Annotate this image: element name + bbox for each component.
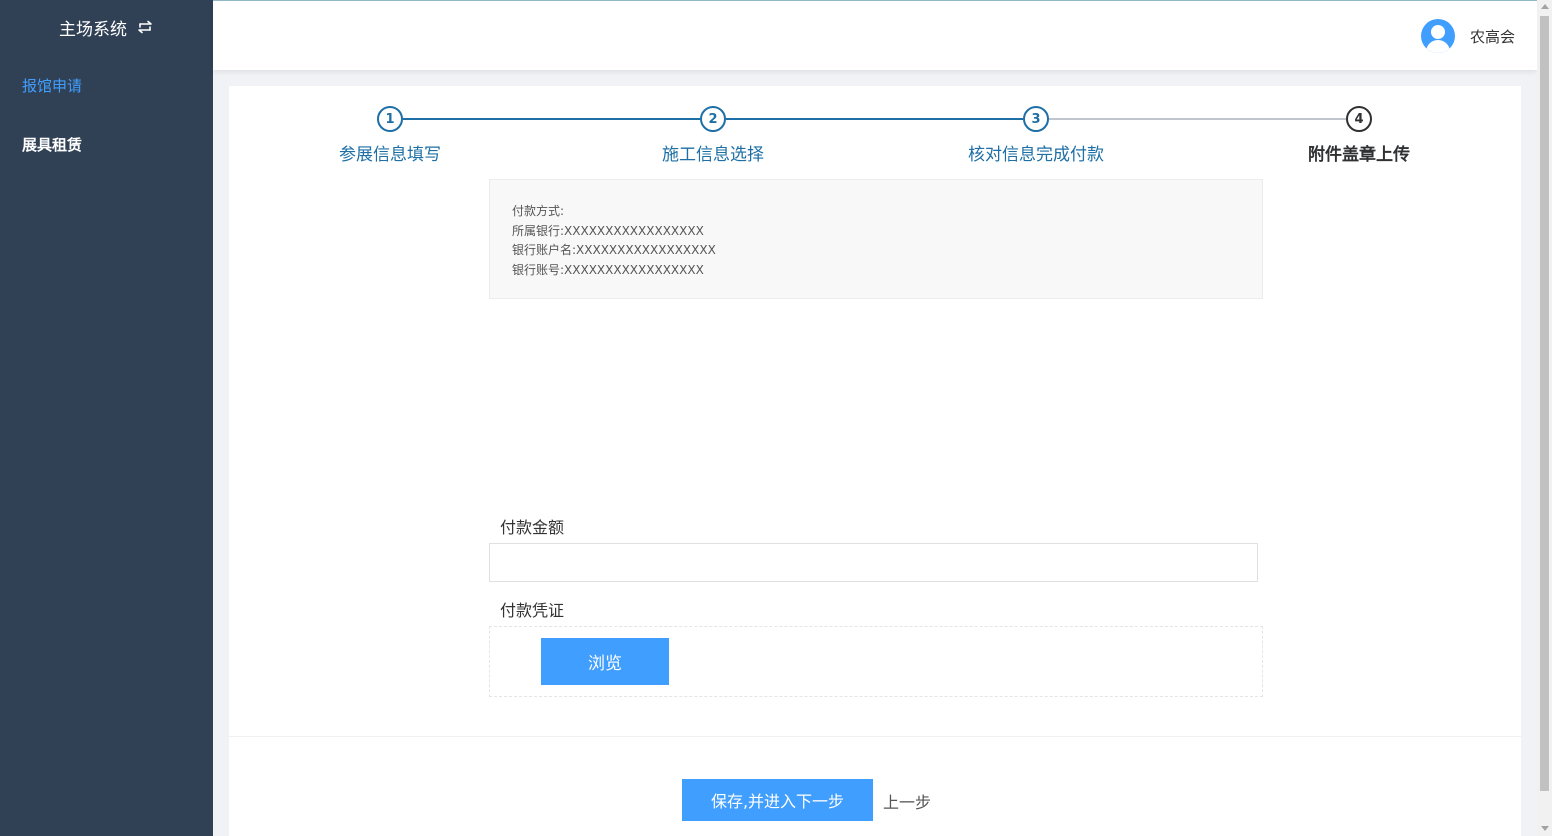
username[interactable]: 农高会	[1470, 26, 1515, 47]
save-next-button[interactable]: 保存,并进入下一步	[682, 779, 873, 821]
bank-account-number: 银行账号:XXXXXXXXXXXXXXXXX	[512, 262, 704, 277]
main-content-card: 1 2 3 4 参展信息填写 施工信息选择 核对信息完成付款 附件盖章上传 付款…	[229, 86, 1521, 836]
step-connector-3	[1049, 118, 1346, 120]
bank-account-name: 银行账户名:XXXXXXXXXXXXXXXXX	[512, 243, 716, 257]
sidebar: 主场系统 报馆申请 展具租赁	[0, 0, 213, 836]
step-4-number: 4	[1346, 106, 1372, 132]
user-avatar-icon[interactable]	[1421, 19, 1455, 53]
payment-method: 付款方式:	[512, 204, 565, 218]
step-2-number: 2	[700, 106, 726, 132]
step-1-number: 1	[377, 106, 403, 132]
browse-button[interactable]: 浏览	[541, 638, 669, 685]
system-title[interactable]: 主场系统	[0, 0, 213, 54]
scrollbar-thumb[interactable]	[1540, 16, 1549, 791]
scroll-up-arrow-icon[interactable]	[1541, 4, 1549, 9]
top-header: 农高会	[213, 0, 1537, 70]
step-connector-2	[726, 118, 1023, 120]
previous-step-link[interactable]: 上一步	[883, 789, 931, 813]
sidebar-item-booth-application[interactable]: 报馆申请	[22, 75, 82, 96]
amount-input[interactable]	[489, 543, 1258, 582]
step-4-title: 附件盖章上传	[1308, 145, 1410, 165]
payment-info-box: 付款方式: 所属银行:XXXXXXXXXXXXXXXXX 银行账户名:XXXXX…	[489, 179, 1263, 299]
page-scrollbar[interactable]	[1537, 0, 1552, 836]
step-1-title: 参展信息填写	[339, 145, 441, 165]
sidebar-item-equipment-rental[interactable]: 展具租赁	[22, 134, 82, 155]
scroll-down-arrow-icon[interactable]	[1541, 826, 1549, 831]
voucher-upload-area: 浏览	[489, 626, 1263, 697]
step-3-number: 3	[1023, 106, 1049, 132]
bank-name: 所属银行:XXXXXXXXXXXXXXXXX	[512, 223, 704, 238]
step-3-title: 核对信息完成付款	[968, 145, 1104, 165]
system-title-label: 主场系统	[59, 19, 127, 40]
voucher-label: 付款凭证	[500, 601, 565, 620]
step-2-title: 施工信息选择	[662, 145, 764, 165]
amount-label: 付款金额	[500, 518, 565, 537]
swap-icon[interactable]	[136, 20, 154, 34]
step-connector-1	[403, 118, 700, 120]
footer-divider	[229, 736, 1521, 737]
